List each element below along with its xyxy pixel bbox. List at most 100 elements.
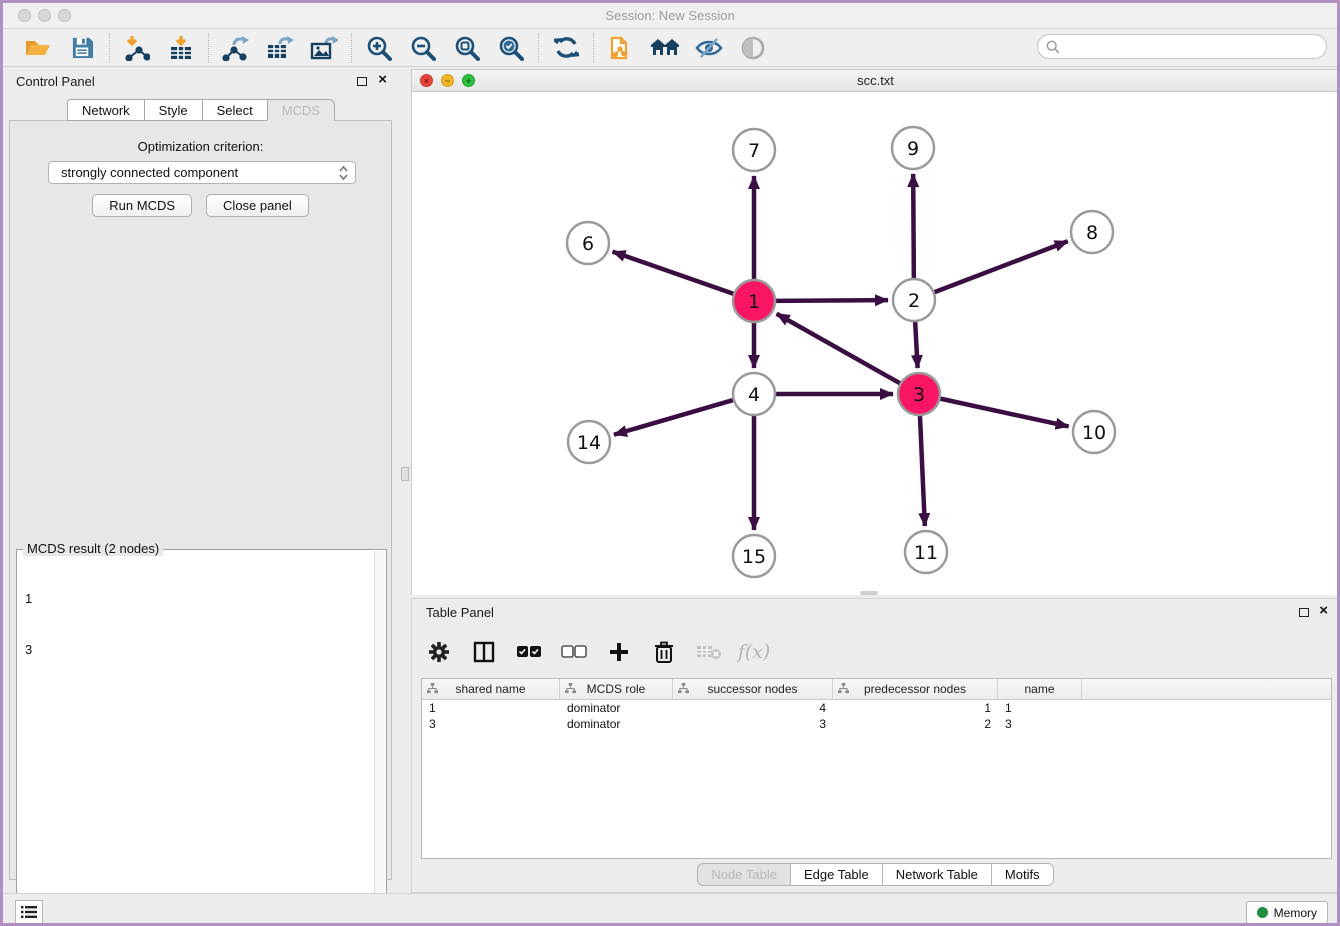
table-settings-button[interactable] xyxy=(426,639,452,665)
canvas-scroll-nub[interactable] xyxy=(860,591,878,595)
export-table-button[interactable] xyxy=(265,33,295,63)
table-float-icon[interactable] xyxy=(1299,608,1309,617)
column-successor-nodes[interactable]: successor nodes xyxy=(673,679,833,699)
hide-selected-button[interactable] xyxy=(694,33,724,63)
control-panel: Control Panel × Network Style Select MCD… xyxy=(3,67,399,893)
deselect-all-icon xyxy=(561,645,587,659)
tab-node-table[interactable]: Node Table xyxy=(697,863,790,886)
delete-table-icon xyxy=(696,643,722,661)
table-row[interactable]: 3 dominator 3 2 3 xyxy=(422,716,1331,732)
import-network-icon xyxy=(124,35,150,61)
close-panel-icon[interactable]: × xyxy=(378,71,387,88)
search-field[interactable] xyxy=(1037,34,1327,59)
optimization-criterion-label: Optimization criterion: xyxy=(10,139,391,154)
column-predecessor-nodes[interactable]: predecessor nodes xyxy=(833,679,998,699)
column-shared-name[interactable]: shared name xyxy=(422,679,560,699)
main-toolbar xyxy=(3,29,1337,67)
function-builder-button[interactable]: f(x) xyxy=(741,639,767,665)
graph-node-label: 11 xyxy=(914,542,938,564)
tab-style[interactable]: Style xyxy=(144,99,202,121)
delete-row-button[interactable] xyxy=(651,639,677,665)
export-image-button[interactable] xyxy=(309,33,339,63)
task-history-button[interactable] xyxy=(15,900,43,924)
tab-network[interactable]: Network xyxy=(67,99,144,121)
mcds-result-title: MCDS result (2 nodes) xyxy=(23,541,163,556)
list-icon xyxy=(21,905,37,919)
node-table: shared name MCDS role successor nodes pr… xyxy=(421,678,1332,859)
refresh-layout-button[interactable] xyxy=(551,33,581,63)
graph-edge-2-3[interactable] xyxy=(915,320,918,368)
zoom-out-button[interactable] xyxy=(408,33,438,63)
graph-node-label: 9 xyxy=(907,138,919,160)
zoom-selected-icon xyxy=(498,35,524,61)
zoom-selected-button[interactable] xyxy=(496,33,526,63)
plus-icon xyxy=(609,642,629,662)
graph-edge-1-2[interactable] xyxy=(774,300,888,301)
graph-edge-2-9[interactable] xyxy=(913,174,914,280)
mcds-result-line: 1 xyxy=(25,590,61,607)
graph-node-label: 4 xyxy=(748,384,760,406)
columns-icon xyxy=(473,641,495,663)
table-panel-title: Table Panel xyxy=(426,605,494,620)
float-panel-icon[interactable] xyxy=(357,77,367,86)
tab-select[interactable]: Select xyxy=(202,99,267,121)
first-neighbors-button[interactable] xyxy=(650,33,680,63)
graph-edge-1-6[interactable] xyxy=(613,252,736,295)
table-row[interactable]: 1 dominator 4 1 1 xyxy=(422,700,1331,716)
import-table-button[interactable] xyxy=(166,33,196,63)
import-table-icon xyxy=(168,35,194,61)
column-name[interactable]: name xyxy=(998,679,1082,699)
save-session-button[interactable] xyxy=(67,33,97,63)
column-mcds-role[interactable]: MCDS role xyxy=(560,679,673,699)
hierarchy-icon xyxy=(427,683,438,694)
hierarchy-icon xyxy=(838,683,849,694)
control-panel-header: Control Panel × xyxy=(3,67,399,97)
run-mcds-button[interactable]: Run MCDS xyxy=(92,194,192,217)
network-view-window: × − + scc.txt 7968124314101511 xyxy=(411,69,1340,595)
graph-edge-3-10[interactable] xyxy=(939,398,1069,426)
graph-node-label: 6 xyxy=(582,233,594,255)
window-title: Session: New Session xyxy=(3,8,1337,23)
application-window: Session: New Session xyxy=(0,0,1340,926)
graph-edge-2-8[interactable] xyxy=(933,241,1068,293)
zoom-in-icon xyxy=(366,35,392,61)
graph-edge-3-11[interactable] xyxy=(920,414,925,526)
show-all-button[interactable] xyxy=(738,33,768,63)
open-folder-icon xyxy=(25,36,51,60)
add-row-button[interactable] xyxy=(606,639,632,665)
tab-network-table[interactable]: Network Table xyxy=(882,863,991,886)
network-graph[interactable]: 7968124314101511 xyxy=(412,92,1339,595)
memory-button[interactable]: Memory xyxy=(1246,901,1328,924)
criterion-select-value: strongly connected component xyxy=(61,165,238,180)
graph-node-label: 7 xyxy=(748,140,760,162)
zoom-in-button[interactable] xyxy=(364,33,394,63)
import-network-button[interactable] xyxy=(122,33,152,63)
zoom-fit-button[interactable] xyxy=(452,33,482,63)
table-panel: Table Panel × xyxy=(411,598,1340,893)
splitter-grip[interactable] xyxy=(401,467,409,481)
table-toolbar: f(x) xyxy=(426,632,1326,672)
graph-node-label: 2 xyxy=(908,290,920,312)
deselect-all-button[interactable] xyxy=(561,639,587,665)
search-input[interactable] xyxy=(1060,40,1326,54)
criterion-select[interactable]: strongly connected component xyxy=(48,161,356,184)
hierarchy-icon xyxy=(565,683,576,694)
clone-network-button[interactable] xyxy=(606,33,636,63)
show-columns-button[interactable] xyxy=(471,639,497,665)
tab-mcds[interactable]: MCDS xyxy=(267,99,335,121)
result-scrollbar[interactable] xyxy=(374,551,385,926)
graph-edge-3-1[interactable] xyxy=(777,314,902,384)
select-all-button[interactable] xyxy=(516,639,542,665)
open-session-button[interactable] xyxy=(23,33,53,63)
close-panel-button[interactable]: Close panel xyxy=(206,194,309,217)
graph-node-label: 10 xyxy=(1082,422,1106,444)
table-close-icon[interactable]: × xyxy=(1319,602,1328,619)
export-network-button[interactable] xyxy=(221,33,251,63)
memory-label: Memory xyxy=(1274,906,1317,920)
delete-table-button[interactable] xyxy=(696,639,722,665)
tab-motifs[interactable]: Motifs xyxy=(991,863,1054,886)
tab-edge-table[interactable]: Edge Table xyxy=(790,863,882,886)
graph-edge-4-14[interactable] xyxy=(614,400,735,435)
network-canvas[interactable]: 7968124314101511 xyxy=(412,92,1339,595)
panel-splitter[interactable] xyxy=(399,67,411,893)
